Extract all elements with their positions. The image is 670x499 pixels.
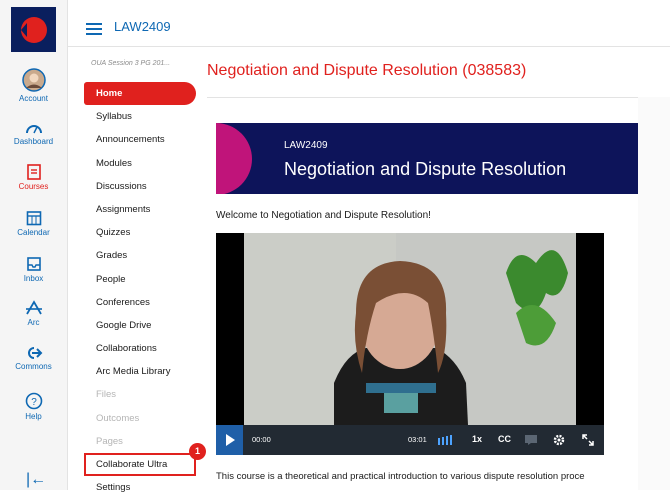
nav-item-commons[interactable]: Commons — [0, 346, 67, 371]
video-duration: 03:01 — [408, 435, 427, 444]
callout-badge: 1 — [189, 443, 206, 460]
course-banner: LAW2409 Negotiation and Dispute Resoluti… — [216, 123, 670, 194]
nav-label-arc: Arc — [27, 318, 40, 327]
nav-item-courses[interactable]: Courses — [0, 164, 67, 191]
playback-speed-button[interactable]: 1x — [472, 434, 482, 444]
settings-gear-icon[interactable] — [553, 434, 565, 446]
course-nav-quizzes[interactable]: Quizzes — [84, 221, 196, 244]
nav-item-inbox[interactable]: Inbox — [0, 256, 67, 283]
right-sidebar-edge — [638, 97, 670, 490]
video-player[interactable]: 00:00 03:01 1x CC — [216, 233, 604, 455]
video-controls: 00:00 03:01 1x CC — [216, 425, 604, 455]
course-nav-modules[interactable]: Modules — [84, 152, 196, 175]
course-nav-settings[interactable]: Settings — [84, 476, 196, 499]
welcome-text: Welcome to Negotiation and Dispute Resol… — [216, 210, 431, 221]
global-nav: Account Dashboard Courses Calendar Inbox… — [0, 0, 68, 490]
volume-icon[interactable] — [438, 435, 454, 445]
arc-icon — [25, 300, 42, 315]
institution-logo[interactable] — [11, 7, 56, 52]
course-nav-people[interactable]: People — [84, 268, 196, 291]
nav-item-help[interactable]: ? Help — [0, 392, 67, 421]
course-nav-assignments[interactable]: Assignments — [84, 198, 196, 221]
account-avatar-icon — [21, 68, 46, 92]
nav-label-calendar: Calendar — [17, 228, 50, 237]
nav-item-account[interactable]: Account — [0, 68, 67, 103]
course-nav-home[interactable]: Home — [84, 82, 196, 106]
nav-label-dashboard: Dashboard — [13, 137, 54, 146]
course-nav-arc-media-library[interactable]: Arc Media Library — [84, 360, 196, 383]
course-nav-pages: Pages — [96, 435, 123, 447]
video-frame — [216, 233, 604, 425]
header-divider — [67, 46, 670, 47]
course-nav-grades[interactable]: Grades — [84, 244, 196, 267]
course-nav-announcements[interactable]: Announcements — [84, 128, 196, 151]
nav-label-help: Help — [25, 412, 42, 421]
transcript-icon[interactable] — [525, 435, 537, 445]
help-icon: ? — [25, 392, 42, 410]
fullscreen-icon[interactable] — [582, 434, 594, 446]
inbox-icon — [26, 257, 41, 271]
play-icon — [226, 434, 235, 446]
course-description: This course is a theoretical and practic… — [216, 471, 585, 482]
play-button[interactable] — [216, 425, 243, 455]
course-term: OUA Session 3 PG 201... — [91, 60, 171, 67]
course-nav: Home Syllabus Announcements Modules Disc… — [84, 82, 196, 499]
calendar-icon — [26, 211, 41, 226]
page-title: Negotiation and Dispute Resolution (0385… — [207, 62, 527, 79]
title-divider — [207, 97, 670, 98]
captions-button[interactable]: CC — [498, 434, 511, 444]
nav-label-inbox: Inbox — [23, 274, 44, 283]
nav-item-dashboard[interactable]: Dashboard — [0, 121, 67, 146]
course-nav-google-drive[interactable]: Google Drive — [84, 314, 196, 337]
course-nav-collaborate-ultra[interactable]: Collaborate Ultra — [84, 453, 196, 477]
banner-course-code: LAW2409 — [284, 140, 328, 151]
nav-item-calendar[interactable]: Calendar — [0, 210, 67, 237]
courses-icon — [26, 164, 41, 180]
nav-label-courses: Courses — [18, 182, 49, 191]
video-current-time: 00:00 — [252, 435, 271, 444]
breadcrumb-course[interactable]: LAW2409 — [114, 19, 171, 34]
nav-item-arc[interactable]: Arc — [0, 300, 67, 327]
course-nav-conferences[interactable]: Conferences — [84, 291, 196, 314]
course-nav-collaborations[interactable]: Collaborations — [84, 337, 196, 360]
nav-label-account: Account — [19, 94, 48, 103]
course-nav-outcomes: Outcomes — [96, 412, 140, 424]
collapse-nav-icon[interactable]: |← — [26, 472, 46, 488]
course-nav-discussions[interactable]: Discussions — [84, 175, 196, 198]
nav-label-commons: Commons — [15, 362, 52, 371]
hamburger-menu-icon[interactable] — [86, 23, 102, 35]
banner-title: Negotiation and Dispute Resolution — [284, 159, 567, 179]
commons-icon — [27, 347, 42, 359]
svg-text:?: ? — [31, 397, 37, 408]
course-nav-syllabus[interactable]: Syllabus — [84, 105, 196, 128]
course-nav-files: Files — [96, 389, 117, 401]
logo-mark-icon — [20, 16, 47, 43]
dashboard-icon — [25, 125, 42, 134]
